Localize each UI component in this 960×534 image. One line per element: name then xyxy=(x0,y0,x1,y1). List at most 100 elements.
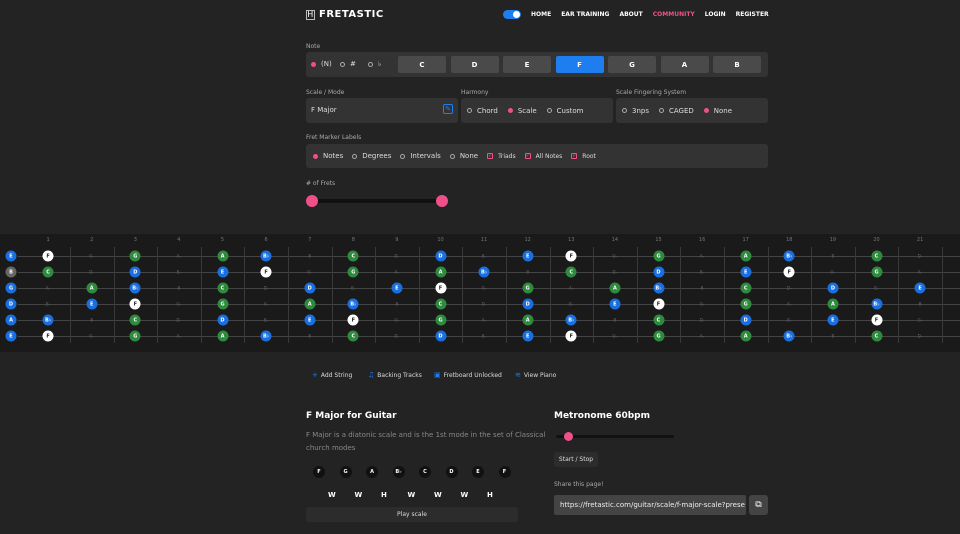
scale-select[interactable]: F Major ✎ xyxy=(306,98,458,123)
scale-note[interactable]: G xyxy=(339,466,352,478)
check-triads[interactable]: ✓ Triads xyxy=(487,153,516,160)
fret-note-d[interactable]: D xyxy=(827,282,839,294)
fret-note-f[interactable]: F xyxy=(347,314,359,326)
fret-note-c[interactable]: C xyxy=(347,250,359,262)
marker-degrees[interactable]: Degrees xyxy=(352,152,391,160)
harmony-chord[interactable]: Chord xyxy=(467,107,498,115)
scale-note[interactable]: A xyxy=(366,466,378,478)
note-button-e[interactable]: E xyxy=(503,56,551,73)
fret-note-d[interactable]: D xyxy=(740,314,752,326)
fret-note-g[interactable]: G xyxy=(129,250,141,262)
open-string-note[interactable]: E xyxy=(5,250,17,262)
fret-note-g[interactable]: G xyxy=(347,266,359,278)
fret-note-bb[interactable]: B♭ xyxy=(260,250,272,262)
note-button-a[interactable]: A xyxy=(660,56,709,73)
view-piano-button[interactable]: ≋ View Piano xyxy=(515,371,556,379)
fret-note-e[interactable]: E xyxy=(740,266,752,278)
fret-note-bb[interactable]: B♭ xyxy=(129,282,141,294)
fret-note-a[interactable]: A xyxy=(740,330,752,342)
nav-about[interactable]: ABOUT xyxy=(619,11,642,18)
scale-note[interactable]: E xyxy=(472,466,484,478)
marker-intervals[interactable]: Intervals xyxy=(400,152,441,160)
fret-note-bb[interactable]: B♭ xyxy=(783,250,795,262)
fret-note-f[interactable]: F xyxy=(783,266,795,278)
fret-note-e[interactable]: E xyxy=(522,330,534,342)
fingering-none[interactable]: None xyxy=(703,107,732,115)
fret-note-f[interactable]: F xyxy=(653,298,664,310)
fret-note-e[interactable]: E xyxy=(304,314,316,326)
nav-register[interactable]: REGISTER xyxy=(736,11,769,18)
fret-note-c[interactable]: C xyxy=(129,314,141,326)
fret-note-c[interactable]: C xyxy=(565,266,577,278)
radio-flat[interactable]: ♭ xyxy=(368,60,381,68)
fret-note-bb[interactable]: B♭ xyxy=(347,298,359,310)
fret-note-f[interactable]: F xyxy=(871,314,882,326)
fret-note-c[interactable]: C xyxy=(740,282,752,294)
nav-login[interactable]: LOGIN xyxy=(705,11,726,18)
nav-community[interactable]: COMMUNITY xyxy=(653,11,695,18)
fret-note-c[interactable]: C xyxy=(435,298,446,310)
fret-note-e[interactable]: E xyxy=(391,282,403,294)
scale-note[interactable]: F xyxy=(313,466,325,478)
fret-note-f[interactable]: F xyxy=(565,330,577,342)
harmony-custom[interactable]: Custom xyxy=(546,107,583,115)
note-button-d[interactable]: D xyxy=(450,56,499,73)
scale-note[interactable]: F xyxy=(498,466,511,478)
fret-note-c[interactable]: C xyxy=(347,330,359,342)
fret-note-g[interactable]: G xyxy=(217,298,228,310)
open-string-note[interactable]: B xyxy=(5,266,17,278)
nav-home[interactable]: HOME xyxy=(531,11,551,18)
fret-note-g[interactable]: G xyxy=(740,298,752,310)
note-button-g[interactable]: G xyxy=(608,56,656,73)
nav-ear-training[interactable]: EAR TRAINING xyxy=(561,11,609,18)
note-button-b[interactable]: B xyxy=(713,56,761,73)
fingering-caged[interactable]: CAGED xyxy=(658,107,694,115)
fret-note-d[interactable]: D xyxy=(522,298,534,310)
fret-note-f[interactable]: F xyxy=(42,250,54,262)
fret-note-a[interactable]: A xyxy=(609,282,621,294)
fret-note-c[interactable]: C xyxy=(871,250,882,262)
share-url-field[interactable]: https://fretastic.com/guitar/scale/f-maj… xyxy=(554,495,746,515)
fretboard-lock-button[interactable]: ▣ Fretboard Unlocked xyxy=(434,371,502,379)
frets-min-handle[interactable] xyxy=(306,195,318,207)
fret-note-bb[interactable]: B♭ xyxy=(478,266,490,278)
fret-note-e[interactable]: E xyxy=(914,282,926,294)
metronome-start-button[interactable]: Start / Stop xyxy=(554,452,598,467)
fret-note-c[interactable]: C xyxy=(653,314,664,326)
fret-note-d[interactable]: D xyxy=(304,282,316,294)
fret-note-f[interactable]: F xyxy=(42,330,54,342)
fret-note-e[interactable]: E xyxy=(609,298,621,310)
fret-note-d[interactable]: D xyxy=(217,314,228,326)
fret-note-a[interactable]: A xyxy=(740,250,752,262)
theme-toggle[interactable] xyxy=(503,10,521,19)
fret-note-f[interactable]: F xyxy=(435,282,446,294)
open-string-note[interactable]: G xyxy=(5,282,17,294)
fret-note-g[interactable]: G xyxy=(435,314,446,326)
logo[interactable]: H FRETASTIC xyxy=(306,9,384,20)
fret-note-g[interactable]: G xyxy=(129,330,141,342)
fret-note-bb[interactable]: B♭ xyxy=(260,330,272,342)
harmony-scale[interactable]: Scale xyxy=(507,107,537,115)
fret-note-bb[interactable]: B♭ xyxy=(653,282,664,294)
fret-note-e[interactable]: E xyxy=(827,314,839,326)
fret-note-f[interactable]: F xyxy=(129,298,141,310)
fret-note-a[interactable]: A xyxy=(827,298,839,310)
play-scale-button[interactable]: Play scale xyxy=(306,507,518,522)
fret-note-e[interactable]: E xyxy=(522,250,534,262)
marker-notes[interactable]: Notes xyxy=(313,152,343,160)
fret-note-g[interactable]: G xyxy=(653,250,664,262)
add-string-button[interactable]: + Add String xyxy=(312,371,352,379)
fret-note-d[interactable]: D xyxy=(435,250,446,262)
fret-note-a[interactable]: A xyxy=(217,250,228,262)
open-string-note[interactable]: A xyxy=(5,314,17,326)
fret-note-g[interactable]: G xyxy=(522,282,534,294)
fret-note-e[interactable]: E xyxy=(217,266,228,278)
fret-note-c[interactable]: C xyxy=(871,330,882,342)
radio-sharp[interactable]: # xyxy=(340,60,356,68)
scale-note[interactable]: C xyxy=(419,466,431,478)
metronome-slider-handle[interactable] xyxy=(564,432,573,441)
edit-icon[interactable]: ✎ xyxy=(443,104,453,114)
check-root[interactable]: ✓ Root xyxy=(571,153,596,160)
scale-note[interactable]: B♭ xyxy=(392,466,405,478)
copy-icon[interactable]: ⧉ xyxy=(749,495,768,515)
